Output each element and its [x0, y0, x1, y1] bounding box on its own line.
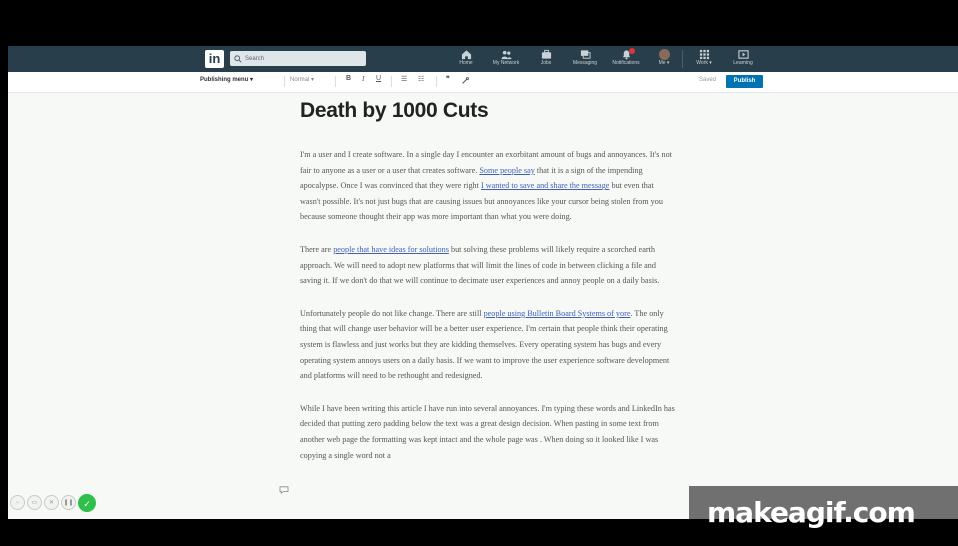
link-save-and-share[interactable]: I wanted to save and share the message [481, 181, 609, 190]
numbered-list-button[interactable]: ☷ [418, 75, 424, 83]
toolbar-divider [335, 76, 336, 87]
nav-home[interactable]: Home [444, 48, 488, 71]
link-bulletin-board-systems[interactable]: people using Bulletin Board Systems of y… [484, 309, 631, 318]
search-icon [234, 54, 242, 63]
paragraph-text: There are [300, 244, 334, 254]
article-title[interactable]: Death by 1000 Cuts [300, 98, 675, 124]
bullet-list-button[interactable]: ☰ [401, 75, 407, 83]
slow-icon[interactable]: ▭ [27, 495, 42, 510]
nav-jobs-label: Jobs [540, 60, 552, 66]
article-editor[interactable]: Death by 1000 Cuts I'm a user and I crea… [300, 92, 675, 463]
article-paragraph[interactable]: While I have been writing this article I… [300, 401, 675, 463]
minus-icon[interactable]: − [10, 495, 25, 510]
paragraph-text: Unfortunately people do not like change.… [300, 308, 484, 318]
check-icon[interactable]: ✓ [78, 494, 96, 512]
nav-learning[interactable]: Learning [721, 48, 765, 71]
nav-jobs[interactable]: Jobs [524, 48, 568, 71]
nav-work-label: Work ▾ [696, 60, 712, 66]
avatar [658, 49, 670, 60]
watermark: makeagif.com [707, 496, 916, 529]
publishing-menu-button[interactable]: Publishing menu ▾ [200, 76, 253, 83]
nav-work[interactable]: Work ▾ [682, 48, 726, 71]
nav-me[interactable]: Me ▾ [642, 48, 686, 71]
bold-button[interactable]: B [346, 75, 351, 82]
underline-button[interactable]: U [376, 75, 381, 82]
network-icon [500, 50, 512, 60]
article-paragraph[interactable]: I'm a user and I create software. In a s… [300, 147, 675, 225]
publish-button[interactable]: Publish [726, 75, 763, 88]
toolbar-divider [436, 76, 437, 87]
toolbar-divider [391, 76, 392, 87]
editor-toolbar: Publishing menu ▾ Normal ▾ B I U ☰ ☷ ❞ S… [8, 72, 958, 93]
pause-icon[interactable]: ❚❚ [61, 495, 76, 510]
browser-viewport: in Search Home My Network Jobs Messaging… [8, 46, 958, 519]
home-icon [461, 50, 471, 60]
nav-my-network[interactable]: My Network [484, 48, 528, 71]
nav-messaging[interactable]: Messaging [563, 48, 607, 71]
letterbox-top [0, 0, 958, 46]
save-status: Saved [699, 77, 717, 83]
nav-home-label: Home [459, 60, 473, 66]
notification-badge [629, 48, 635, 54]
paragraph-text: . The only thing that will change user b… [300, 308, 670, 381]
search-placeholder: Search [245, 55, 265, 62]
jobs-icon [541, 49, 551, 59]
italic-button[interactable]: I [362, 75, 364, 83]
close-icon[interactable]: ✕ [44, 495, 59, 510]
article-paragraph[interactable]: There are people that have ideas for sol… [300, 242, 675, 289]
comment-icon[interactable] [279, 486, 289, 494]
toolbar-divider [284, 76, 285, 87]
top-nav: in Search Home My Network Jobs Messaging… [8, 46, 958, 72]
linkedin-logo[interactable]: in [205, 50, 224, 68]
search-input[interactable]: Search [230, 51, 366, 66]
nav-my-network-label: My Network [492, 60, 520, 66]
nav-learning-label: Learning [733, 60, 753, 66]
link-icon[interactable] [461, 77, 469, 85]
nav-messaging-label: Messaging [572, 60, 598, 66]
quote-button[interactable]: ❞ [446, 75, 450, 83]
playback-controls: − ▭ ✕ ❚❚ ✓ [10, 494, 96, 512]
paragraph-text: While I have been writing this article I… [300, 403, 675, 460]
link-some-people-say[interactable]: Some people say [479, 166, 534, 175]
link-ideas-for-solutions[interactable]: people that have ideas for solutions [333, 245, 449, 254]
text-style-select[interactable]: Normal ▾ [290, 76, 314, 83]
grid-icon [699, 49, 709, 60]
nav-me-label: Me ▾ [658, 60, 670, 66]
article-paragraph[interactable]: Unfortunately people do not like change.… [300, 306, 675, 384]
messaging-icon [580, 50, 591, 59]
learning-icon [737, 50, 749, 59]
